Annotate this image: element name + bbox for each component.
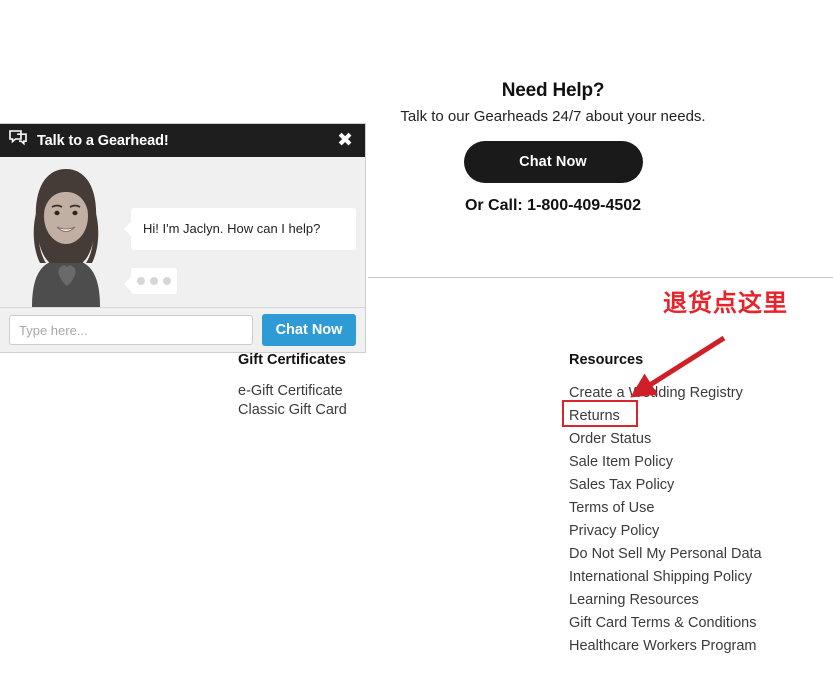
link-do-not-sell-my-personal-data[interactable]: Do Not Sell My Personal Data bbox=[569, 543, 819, 566]
chat-conversation-area: Hi! I'm Jaclyn. How can I help? bbox=[0, 157, 365, 307]
link-e-gift-certificate[interactable]: e-Gift Certificate bbox=[238, 382, 408, 401]
typing-dot bbox=[137, 277, 145, 285]
returns-highlight-box bbox=[562, 400, 638, 427]
resources-heading: Resources bbox=[569, 352, 644, 368]
page-title: Need Help? bbox=[501, 80, 605, 101]
need-help-section: Need Help? Talk to our Gearheads 24/7 ab… bbox=[368, 80, 738, 215]
link-privacy-policy[interactable]: Privacy Policy bbox=[569, 520, 819, 543]
chat-send-button[interactable]: Chat Now bbox=[262, 314, 356, 346]
resources-column: Resources Create a Wedding Registry Retu… bbox=[569, 352, 819, 658]
chat-widget-header: Talk to a Gearhead! ✖ bbox=[0, 124, 365, 157]
typing-indicator-bubble bbox=[124, 268, 177, 294]
link-learning-resources[interactable]: Learning Resources bbox=[569, 589, 819, 612]
typing-dot bbox=[150, 277, 158, 285]
link-terms-of-use[interactable]: Terms of Use bbox=[569, 497, 819, 520]
chat-message-input[interactable] bbox=[9, 315, 253, 345]
link-sales-tax-policy[interactable]: Sales Tax Policy bbox=[569, 474, 819, 497]
chat-widget-footer: Chat Now bbox=[0, 307, 365, 352]
gift-certificates-heading: Gift Certificates bbox=[238, 352, 346, 368]
chat-now-button[interactable]: Chat Now bbox=[463, 141, 643, 183]
link-healthcare-workers-program[interactable]: Healthcare Workers Program bbox=[569, 635, 819, 658]
link-international-shipping-policy[interactable]: International Shipping Policy bbox=[569, 566, 819, 589]
agent-message-bubble: Hi! I'm Jaclyn. How can I help? bbox=[124, 208, 356, 250]
close-icon[interactable]: ✖ bbox=[337, 131, 353, 150]
link-sale-item-policy[interactable]: Sale Item Policy bbox=[569, 451, 819, 474]
live-chat-widget: Talk to a Gearhead! ✖ Hi! I'm Jaclyn. Ho… bbox=[0, 123, 366, 353]
gift-certificates-column: Gift Certificates e-Gift Certificate Cla… bbox=[238, 352, 408, 420]
agent-avatar bbox=[12, 159, 120, 307]
phone-number-text: Or Call: 1-800-409-4502 bbox=[464, 197, 642, 214]
link-classic-gift-card[interactable]: Classic Gift Card bbox=[238, 401, 408, 420]
chat-widget-title: Talk to a Gearhead! bbox=[37, 132, 169, 149]
annotation-callout-text: 退货点这里 bbox=[663, 289, 788, 317]
link-order-status[interactable]: Order Status bbox=[569, 428, 819, 451]
horizontal-divider bbox=[368, 277, 833, 278]
typing-dot bbox=[163, 277, 171, 285]
chat-bubbles-icon bbox=[9, 130, 28, 151]
link-gift-card-terms-conditions[interactable]: Gift Card Terms & Conditions bbox=[569, 612, 819, 635]
need-help-subtitle: Talk to our Gearheads 24/7 about your ne… bbox=[400, 108, 706, 125]
